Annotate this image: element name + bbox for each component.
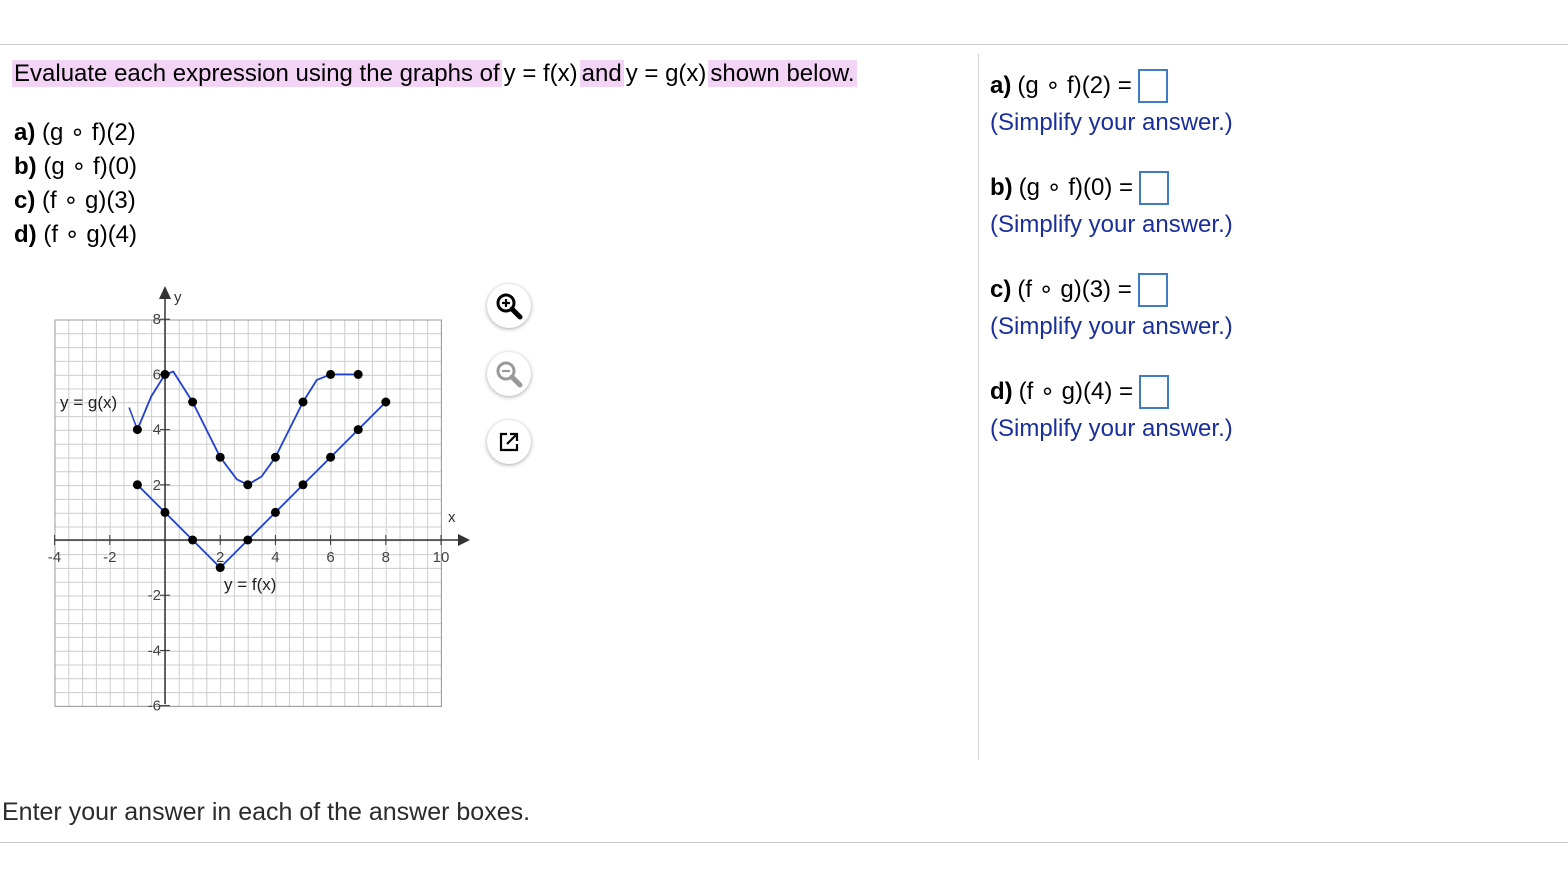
f-point [188,535,198,545]
footer-instruction: Enter your answer in each of the answer … [2,798,531,826]
answer-hint-b: (Simplify your answer.) [990,211,1233,238]
y-tick-label: -6 [148,698,161,715]
x-tick-label: -2 [103,549,116,566]
f-curve-label: y = f(x) [224,575,276,594]
y-tick-label: -4 [148,642,161,659]
popout-icon [499,432,519,452]
answer-hint-a: (Simplify your answer.) [990,109,1233,136]
y-tick-label: 8 [153,311,161,328]
x-tick-label: -4 [48,549,61,566]
f-point [243,535,253,545]
f-point [381,397,391,407]
zoom-out-icon [496,361,523,388]
g-point [298,397,308,407]
x-tick-label: 6 [326,549,334,566]
answer-input-c[interactable] [1137,273,1168,307]
g-point [353,369,363,379]
top-divider [0,44,1568,45]
instruction-text: Evaluate each expression using the graph… [12,58,857,90]
answer-block-a: a) (g ∘ f)(2) = (Simplify your answer.) [990,66,1510,140]
g-label: y = g(x) [623,60,709,87]
f-point [160,507,170,517]
g-curve-label: y = g(x) [60,393,117,412]
f-point [326,452,336,462]
f-point [132,480,142,490]
y-tick-label: 2 [153,477,161,494]
answer-input-d[interactable] [1139,375,1170,409]
zoom-in-button[interactable] [487,284,531,328]
answer-hint-d: (Simplify your answer.) [990,415,1233,442]
question-item-c: c) (f ∘ g)(3) [14,187,136,214]
zoom-in-icon [496,293,523,320]
answer-input-b[interactable] [1139,171,1170,205]
answer-hint-c: (Simplify your answer.) [990,313,1233,340]
y-axis-label: y [174,289,182,306]
answer-block-c: c) (f ∘ g)(3) = (Simplify your answer.) [990,270,1510,344]
y-tick-label: 6 [153,366,161,383]
f-label: y = f(x) [501,60,580,87]
popout-button[interactable] [487,420,531,464]
x-axis-label: x [448,509,456,526]
f-point [270,507,280,517]
g-point [188,397,198,407]
x-axis-arrow [458,534,470,546]
answer-expr-c: (f ∘ g)(3) = [1017,276,1132,303]
question-list: a) (g ∘ f)(2) b) (g ∘ f)(0) c) (f ∘ g)(3… [14,116,137,252]
column-divider [978,54,979,760]
answer-expr-b: (g ∘ f)(0) = [1018,174,1134,201]
g-point [270,452,280,462]
question-item-a: a) (g ∘ f)(2) [14,119,136,146]
g-point [243,480,253,490]
f-point [215,563,225,573]
answer-expr-a: (g ∘ f)(2) = [1017,72,1132,99]
graph-curves [128,370,387,569]
g-point [160,369,170,379]
instruction-and: and [579,60,624,87]
instruction-prefix: Evaluate each expression using the graph… [12,60,502,87]
answer-input-a[interactable] [1137,69,1168,103]
x-tick-label: 10 [433,549,450,566]
y-axis-arrow [159,286,171,299]
answer-block-b: b) (g ∘ f)(0) = (Simplify your answer.) [990,168,1510,242]
y-tick-label: 4 [153,422,161,439]
zoom-out-button[interactable] [487,352,531,396]
f-point [298,480,308,490]
answer-expr-d: (f ∘ g)(4) = [1018,378,1134,405]
y-tick-label: -2 [148,587,161,604]
g-point [132,425,142,435]
g-point [326,369,336,379]
answer-block-d: d) (f ∘ g)(4) = (Simplify your answer.) [990,372,1510,446]
bottom-divider [0,842,1568,843]
function-graph: -4 -2 2 4 6 8 108642-2-4-6 x y y = g(x) y = f(… [48,286,470,715]
x-tick-label: 4 [271,549,279,566]
question-item-d: d) (f ∘ g)(4) [14,221,138,248]
x-tick-label: 8 [382,549,390,566]
f-point [353,425,363,435]
question-item-b: b) (g ∘ f)(0) [14,153,138,180]
graph-grid [54,319,442,707]
g-point [215,452,225,462]
instruction-suffix: shown below. [708,60,857,87]
